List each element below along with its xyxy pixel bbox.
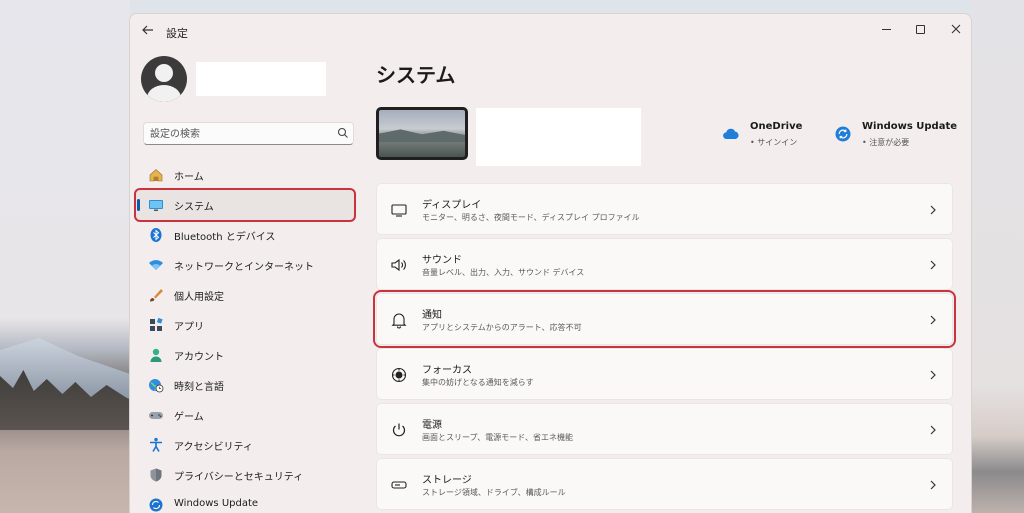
- device-thumbnail[interactable]: [376, 107, 468, 160]
- avatar-head: [155, 64, 173, 82]
- card-title: 通知: [422, 310, 442, 321]
- card-subtitle: ストレージ領域、ドライブ、構成ルール: [422, 488, 566, 497]
- update-icon: [148, 497, 164, 513]
- sidebar-item-label: Bluetooth とデバイス: [174, 232, 276, 243]
- close-icon: [951, 24, 961, 34]
- sidebar-item-time-language[interactable]: 時刻と言語: [136, 370, 354, 400]
- chevron-right-icon: [928, 258, 938, 272]
- selection-indicator: [137, 199, 140, 211]
- card-title: フォーカス: [422, 365, 472, 376]
- card-subtitle: 集中の妨げとなる通知を減らす: [422, 378, 534, 387]
- card-title: ディスプレイ: [422, 200, 482, 211]
- sidebar-item-label: プライバシーとセキュリティ: [174, 472, 304, 483]
- minimize-icon: [881, 28, 891, 30]
- shield-icon: [148, 467, 164, 483]
- card-power[interactable]: 電源 画面とスリープ、電源モード、省エネ機能: [376, 403, 953, 455]
- maximize-icon: [915, 24, 925, 34]
- quick-link-subtitle: • 注意が必要: [862, 138, 910, 147]
- chevron-right-icon: [928, 203, 938, 217]
- sidebar-item-accounts[interactable]: アカウント: [136, 340, 354, 370]
- sidebar-item-windows-update[interactable]: Windows Update: [136, 490, 354, 513]
- sidebar-item-accessibility[interactable]: アクセシビリティ: [136, 430, 354, 460]
- chevron-right-icon: [928, 423, 938, 437]
- sidebar-item-home[interactable]: ホーム: [136, 160, 354, 190]
- avatar-body: [147, 85, 181, 102]
- wallpaper-preview: [379, 129, 465, 142]
- sidebar-item-apps[interactable]: アプリ: [136, 310, 354, 340]
- desktop-wallpaper-left: [0, 0, 130, 513]
- cloud-icon: [723, 128, 739, 140]
- page-title: システム: [376, 63, 456, 87]
- sidebar-item-label: ホーム: [174, 172, 204, 183]
- sidebar-item-label: アクセシビリティ: [174, 442, 253, 453]
- card-title: サウンド: [422, 255, 462, 266]
- card-subtitle: モニター、明るさ、夜間モード、ディスプレイ プロファイル: [422, 213, 640, 222]
- card-subtitle: アプリとシステムからのアラート、応答不可: [422, 323, 582, 332]
- display-icon: [390, 201, 408, 219]
- profile-info-redacted: [196, 62, 326, 96]
- device-info-redacted: [476, 108, 641, 166]
- sidebar-item-label: ゲーム: [174, 412, 204, 423]
- search-box[interactable]: [143, 122, 354, 145]
- brush-icon: [148, 287, 164, 303]
- sidebar-item-label: Windows Update: [174, 498, 259, 509]
- sidebar-item-label: 時刻と言語: [174, 382, 224, 393]
- home-icon: [148, 167, 164, 183]
- speaker-icon: [390, 256, 408, 274]
- card-title: 電源: [422, 420, 442, 431]
- chevron-right-icon: [928, 313, 938, 327]
- card-storage[interactable]: ストレージ ストレージ領域、ドライブ、構成ルール: [376, 458, 953, 510]
- quick-link-title: OneDrive: [750, 121, 803, 132]
- bluetooth-icon: [148, 227, 164, 243]
- minimize-button[interactable]: [871, 18, 901, 40]
- network-icon: [148, 257, 164, 273]
- sidebar-item-network[interactable]: ネットワークとインターネット: [136, 250, 354, 280]
- accessibility-icon: [148, 437, 164, 453]
- focus-icon: [390, 366, 408, 384]
- globe-clock-icon: [148, 377, 164, 393]
- close-button[interactable]: [941, 18, 971, 40]
- storage-icon: [390, 476, 408, 494]
- chevron-right-icon: [928, 368, 938, 382]
- sidebar-nav: ホーム システム Bluetooth とデバイス ネットワークとインターネット: [134, 160, 358, 513]
- sidebar-item-label: システム: [174, 202, 214, 213]
- card-display[interactable]: ディスプレイ モニター、明るさ、夜間モード、ディスプレイ プロファイル: [376, 183, 953, 235]
- sidebar-item-bluetooth[interactable]: Bluetooth とデバイス: [136, 220, 354, 250]
- card-subtitle: 画面とスリープ、電源モード、省エネ機能: [422, 433, 573, 442]
- sync-icon: [835, 126, 851, 142]
- sidebar-item-privacy[interactable]: プライバシーとセキュリティ: [136, 460, 354, 490]
- app-title: 設定: [166, 27, 188, 40]
- search-input[interactable]: [150, 126, 330, 142]
- maximize-button[interactable]: [905, 18, 935, 40]
- gamepad-icon: [148, 407, 164, 423]
- card-title: ストレージ: [422, 475, 472, 486]
- apps-icon: [148, 317, 164, 333]
- avatar[interactable]: [141, 56, 187, 102]
- title-bar: 設定: [130, 14, 971, 50]
- sidebar-item-label: 個人用設定: [174, 292, 224, 303]
- settings-list: ディスプレイ モニター、明るさ、夜間モード、ディスプレイ プロファイル サウンド…: [373, 183, 956, 513]
- sidebar-item-label: アカウント: [174, 352, 224, 363]
- quick-link-title: Windows Update: [862, 121, 958, 132]
- card-subtitle: 音量レベル、出力、入力、サウンド デバイス: [422, 268, 585, 277]
- card-focus[interactable]: フォーカス 集中の妨げとなる通知を減らす: [376, 348, 953, 400]
- desktop-wallpaper-right: [972, 0, 1024, 513]
- sidebar-item-gaming[interactable]: ゲーム: [136, 400, 354, 430]
- sidebar-item-label: ネットワークとインターネット: [174, 262, 314, 273]
- power-icon: [390, 421, 408, 439]
- sidebar-item-personalization[interactable]: 個人用設定: [136, 280, 354, 310]
- card-notifications[interactable]: 通知 アプリとシステムからのアラート、応答不可: [373, 290, 956, 348]
- quick-link-subtitle: • サインイン: [750, 138, 798, 147]
- settings-window: 設定 ホーム システム: [129, 13, 972, 513]
- search-icon[interactable]: [336, 126, 350, 140]
- card-sound[interactable]: サウンド 音量レベル、出力、入力、サウンド デバイス: [376, 238, 953, 290]
- account-icon: [148, 347, 164, 363]
- chevron-right-icon: [928, 478, 938, 492]
- sidebar-item-system[interactable]: システム: [134, 188, 356, 222]
- system-icon: [148, 197, 164, 213]
- bell-icon: [390, 311, 408, 329]
- back-arrow-icon[interactable]: [140, 23, 156, 39]
- sidebar-item-label: アプリ: [174, 322, 204, 333]
